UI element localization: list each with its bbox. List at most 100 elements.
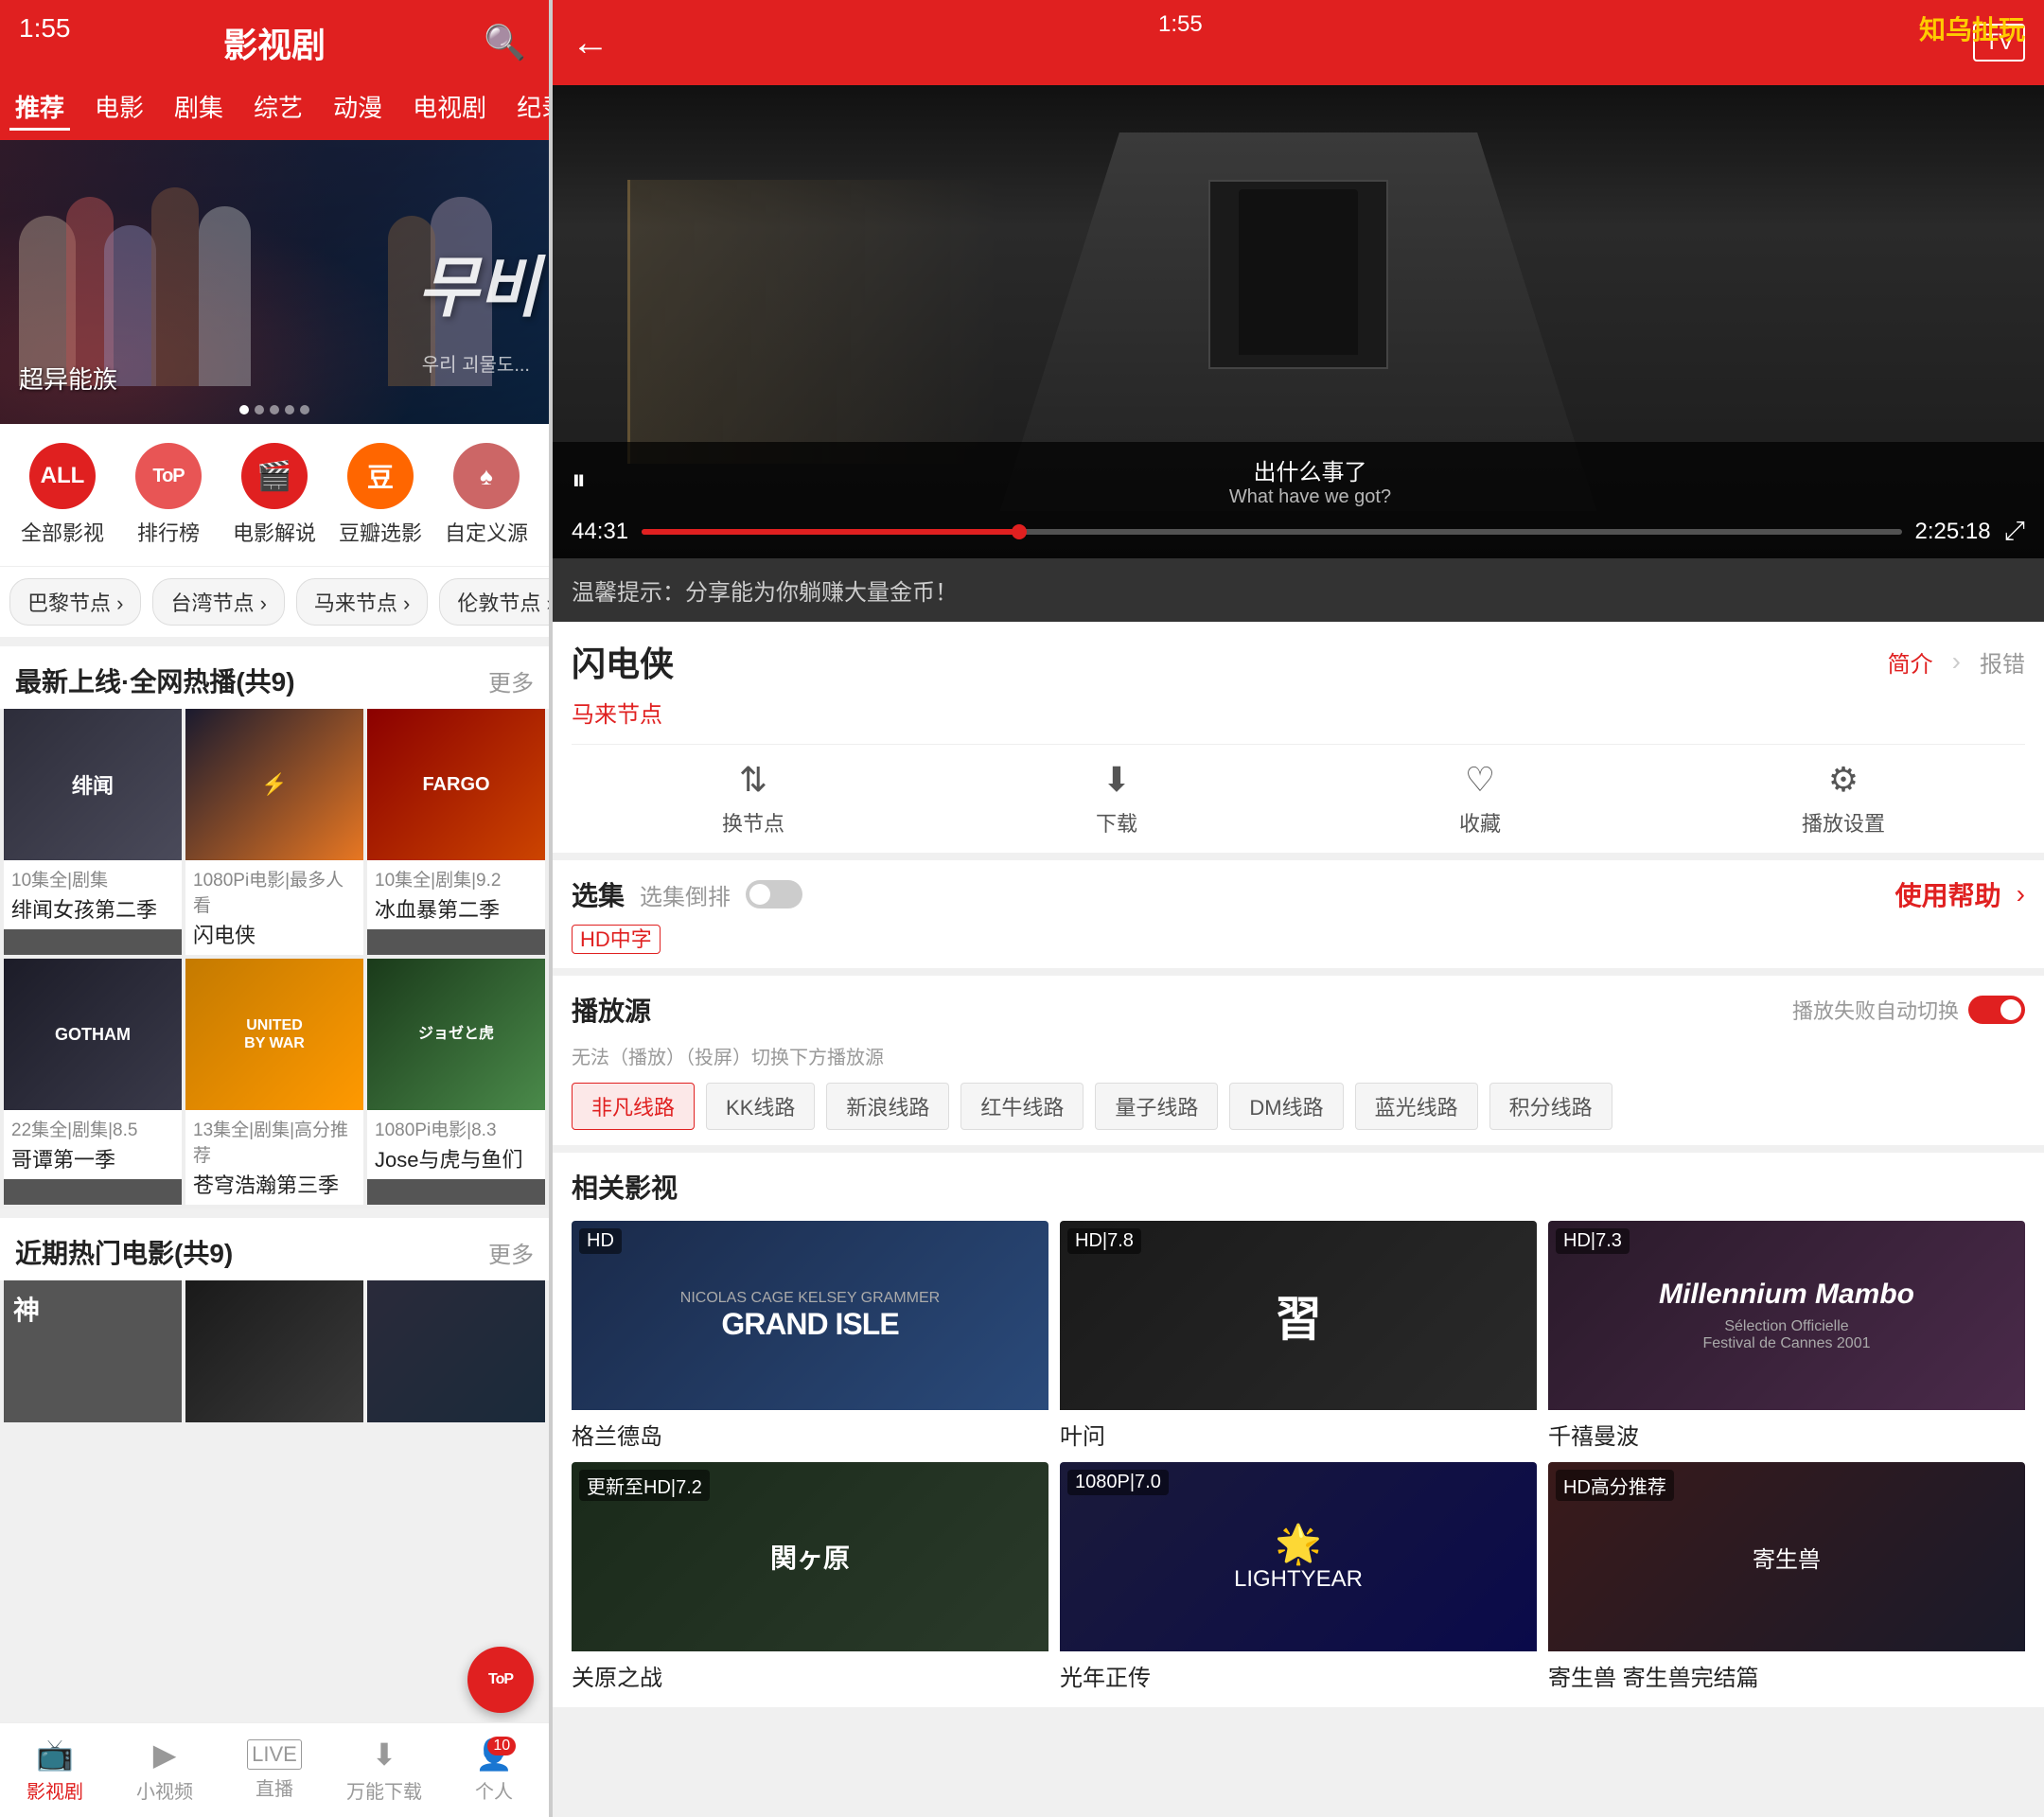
subtitle-cn: 出什么事了 (595, 453, 2025, 486)
nav-item-tv[interactable]: 电视剧 (407, 85, 492, 131)
related-card-6[interactable]: 寄生兽 HD高分推荐 寄生兽 寄生兽完结篇 (1548, 1462, 2025, 1692)
sort-toggle[interactable] (746, 880, 802, 908)
dot-2 (255, 405, 264, 415)
change-node-btn[interactable]: ⇅ 换节点 (572, 760, 935, 838)
related-grid: NICOLAS CAGE KELSEY GRAMMER GRAND ISLE H… (572, 1221, 2025, 1692)
collect-label: 收藏 (1459, 807, 1501, 838)
related-card-3[interactable]: Millennium Mambo Sélection OfficielleFes… (1548, 1221, 2025, 1451)
quick-explain[interactable]: 🎬 电影解说 (221, 443, 327, 547)
nav-item-movies[interactable]: 电影 (89, 85, 150, 131)
video-icon: ▶ (153, 1737, 177, 1773)
download-icon: ⬇ (1102, 760, 1131, 800)
movies-grid: 神 (0, 1280, 549, 1422)
switch-label: 换节点 (722, 807, 784, 838)
expand-icon[interactable]: ⤢ (2004, 516, 2025, 547)
profile-badge: 10 (487, 1737, 516, 1755)
bottom-nav-live[interactable]: LIVE 直播 (220, 1739, 329, 1801)
node-malaysia[interactable]: 马来节点 › (296, 578, 428, 626)
help-link[interactable]: 使用帮助 (1895, 875, 2001, 913)
section1-more[interactable]: 更多 (488, 664, 534, 697)
left-banner[interactable]: 무비 超异能族 우리 괴물도... (0, 140, 549, 424)
sources-note: 无法（播放）（投屏）切换下方播放源 (572, 1042, 2025, 1069)
related-card-4[interactable]: 関ヶ原 更新至HD|7.2 关原之战 (572, 1462, 1048, 1692)
source-langen[interactable]: 蓝光线路 (1355, 1083, 1478, 1130)
nodes-row: 巴黎节点 › 台湾节点 › 马来节点 › 伦敦节点 › 大阪节点 › (0, 566, 549, 637)
show-img-5: UNITEDBY WAR (185, 959, 363, 1110)
related-card-5[interactable]: 🌟 LIGHTYEAR 1080P|7.0 光年正传 (1060, 1462, 1537, 1692)
banner-subtitle: 超异能族 (19, 361, 117, 396)
show-card-5[interactable]: UNITEDBY WAR 13集全|剧集|高分推荐 苍穹浩瀚第三季 (185, 959, 363, 1205)
source-kk[interactable]: KK线路 (706, 1083, 815, 1130)
related-section: 相关影视 NICOLAS CAGE KELSEY GRAMMER GRAND I… (553, 1153, 2044, 1707)
left-header: 1:55 影视剧 🔍 (0, 0, 549, 85)
episodes-section: 选集 选集倒排 使用帮助 › HD中字 (553, 860, 2044, 976)
back-button[interactable]: ← (572, 22, 609, 64)
related-title: 相关影视 (572, 1168, 2025, 1206)
video-player[interactable]: ⏸ 出什么事了 What have we got? 44:31 2:25:18 … (553, 85, 2044, 558)
custom-label: 自定义源 (445, 517, 528, 547)
auto-switch-toggle[interactable] (1968, 996, 2025, 1024)
show-card-1[interactable]: 绯闻 10集全|剧集 绯闻女孩第二季 (4, 709, 182, 955)
download-btn[interactable]: ⬇ 下载 (935, 760, 1298, 838)
section2-title: 近期热门电影(共9) (15, 1233, 233, 1271)
settings-btn[interactable]: ⚙ 播放设置 (1662, 760, 2025, 838)
show-card-6[interactable]: ジョゼと虎 1080Pi电影|8.3 Jose与虎与鱼们 (367, 959, 545, 1205)
movie-mini-3[interactable] (367, 1280, 545, 1422)
nav-item-anime[interactable]: 动漫 (327, 85, 388, 131)
nav-item-variety[interactable]: 综艺 (248, 85, 308, 131)
bottom-nav-profile[interactable]: 10 👤 个人 (439, 1737, 549, 1804)
bottom-nav-download[interactable]: ⬇ 万能下载 (329, 1737, 439, 1804)
show-info-4: 22集全|剧集|8.5 哥谭第一季 (4, 1110, 182, 1179)
show-card-4[interactable]: GOTHAM 22集全|剧集|8.5 哥谭第一季 (4, 959, 182, 1205)
show-card-3[interactable]: FARGO 10集全|剧集|9.2 冰血暴第二季 (367, 709, 545, 955)
banner-dots (0, 405, 549, 415)
related-info-6: 寄生兽 寄生兽完结篇 (1548, 1651, 2025, 1692)
quick-custom[interactable]: ♠ 自定义源 (433, 443, 539, 547)
movie-node: 马来节点 (572, 696, 2025, 729)
quick-all[interactable]: ALL 全部影视 (9, 443, 115, 547)
report-link[interactable]: 报错 (1980, 645, 2025, 679)
bottom-nav-tv[interactable]: 📺 影视剧 (0, 1737, 110, 1804)
collect-btn[interactable]: ♡ 收藏 (1298, 760, 1662, 838)
search-icon[interactable]: 🔍 (484, 23, 526, 62)
bottom-nav-video[interactable]: ▶ 小视频 (110, 1737, 220, 1804)
quick-ranking[interactable]: ToP 排行榜 (115, 443, 221, 547)
node-paris[interactable]: 巴黎节点 › (9, 578, 141, 626)
node-taiwan[interactable]: 台湾节点 › (152, 578, 284, 626)
help-arrow-icon: › (2017, 879, 2025, 909)
source-jifen[interactable]: 积分线路 (1489, 1083, 1612, 1130)
source-fenfan[interactable]: 非凡线路 (572, 1083, 695, 1130)
progress-fill (642, 529, 1019, 535)
quick-douban[interactable]: 豆 豆瓣选影 (327, 443, 433, 547)
node-london[interactable]: 伦敦节点 › (439, 578, 549, 626)
sources-section: 播放源 播放失败自动切换 无法（播放）（投屏）切换下方播放源 非凡线路 KK线路… (553, 976, 2044, 1153)
source-hongniu[interactable]: 红牛线路 (960, 1083, 1084, 1130)
show-img-3: FARGO (367, 709, 545, 860)
nav-item-doc[interactable]: 纪录片 (511, 85, 549, 131)
nav-item-recommended[interactable]: 推荐 (9, 85, 70, 131)
source-dm[interactable]: DM线路 (1229, 1083, 1343, 1130)
movie-mini-2[interactable] (185, 1280, 363, 1422)
progress-track[interactable] (642, 529, 1901, 535)
movie-mini-1[interactable]: 神 (4, 1280, 182, 1422)
related-card-2[interactable]: 習 HD|7.8 叶问 (1060, 1221, 1537, 1451)
related-title-1: 格兰德岛 (572, 1418, 1048, 1451)
nav-item-series[interactable]: 剧集 (168, 85, 229, 131)
show-card-2[interactable]: ⚡ 1080Pi电影|最多人看 闪电侠 (185, 709, 363, 955)
fab-button[interactable]: ToP (467, 1647, 534, 1713)
download-label: 下载 (1096, 807, 1137, 838)
related-card-1[interactable]: NICOLAS CAGE KELSEY GRAMMER GRAND ISLE H… (572, 1221, 1048, 1451)
tv-label: 影视剧 (26, 1776, 83, 1804)
section1-title: 最新上线·全网热播(共9) (15, 662, 295, 699)
all-label: 全部影视 (21, 517, 104, 547)
source-liangzi[interactable]: 量子线路 (1095, 1083, 1218, 1130)
profile-label: 个人 (475, 1776, 513, 1804)
source-xinlang[interactable]: 新浪线路 (826, 1083, 949, 1130)
show-title-6: Jose与虎与鱼们 (375, 1143, 537, 1173)
play-pause-button[interactable]: ⏸ (572, 465, 586, 497)
section2-more[interactable]: 更多 (488, 1236, 534, 1269)
detail-link[interactable]: 简介 (1888, 645, 1933, 679)
douban-icon: 豆 (347, 443, 414, 509)
dot-3 (270, 405, 279, 415)
subtitle-row: ⏸ 出什么事了 What have we got? (572, 453, 2025, 508)
